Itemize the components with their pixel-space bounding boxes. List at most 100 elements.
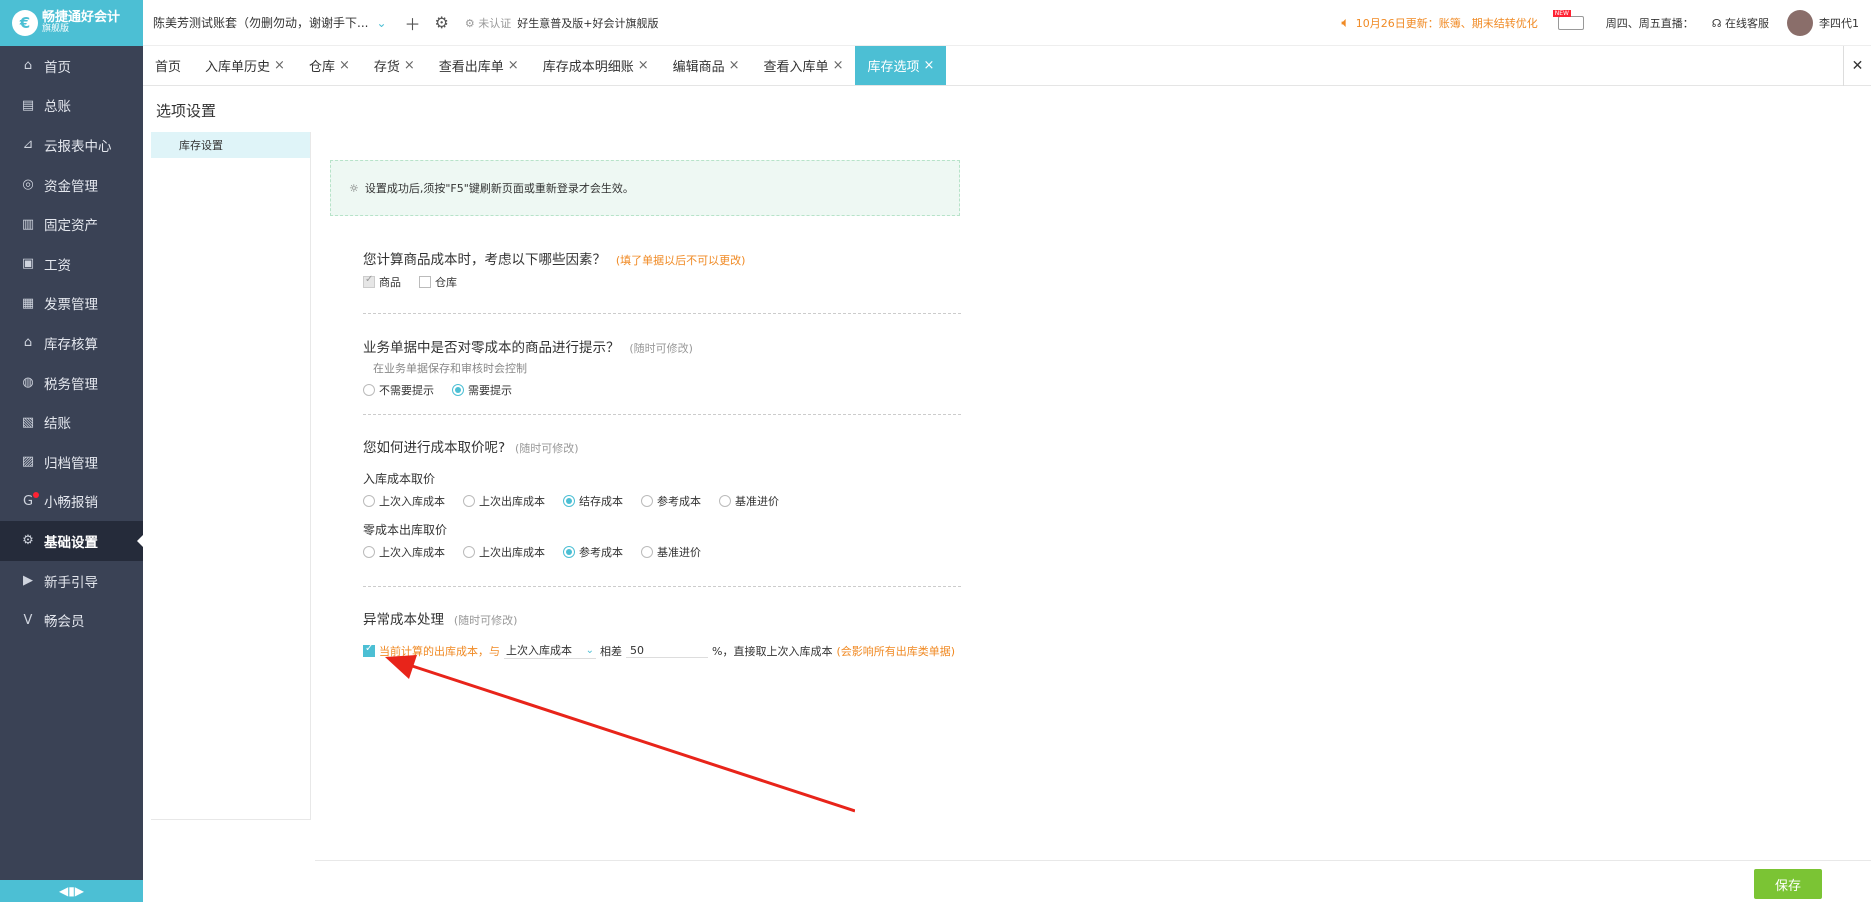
sidebar-item-14[interactable]: V 畅会员 xyxy=(0,600,143,640)
factor-product-checkbox[interactable]: 商品 xyxy=(363,274,401,290)
page-title: 选项设置 xyxy=(156,102,217,120)
sidebar-item-2[interactable]: ⊿ 云报表中心 xyxy=(0,125,143,165)
tab-4[interactable]: 查看出库单 × xyxy=(427,46,531,85)
zero-cost-subtext: 在业务单据保存和审核时会控制 xyxy=(373,362,527,375)
user-name[interactable]: 李四代1 xyxy=(1819,15,1859,31)
avatar[interactable] xyxy=(1787,10,1813,36)
inbound-cost-label: 入库成本取价 xyxy=(363,472,436,486)
tab-label: 入库单历史 xyxy=(205,60,271,75)
in-opts-radio-0[interactable]: 上次入库成本 xyxy=(363,493,445,509)
top-bar: 陈美芳测试账套（勿删勿动，谢谢手下... ⌄ ＋ ⚙ ⚙ 未认证 好生意普及版+… xyxy=(143,0,1871,46)
promo-text[interactable]: 好生意普及版+好会计旗舰版 xyxy=(517,15,658,31)
tab-label: 查看入库单 xyxy=(763,60,829,75)
sidebar-item-5[interactable]: ▣ 工资 xyxy=(0,244,143,284)
sidebar-item-11[interactable]: G 小畅报销 xyxy=(0,482,143,522)
account-selector[interactable]: 陈美芳测试账套（勿删勿动，谢谢手下... xyxy=(153,14,368,31)
sidebar-item-9[interactable]: ▧ 结账 xyxy=(0,402,143,442)
online-service[interactable]: ☊ 在线客服 xyxy=(1712,15,1769,31)
tab-6[interactable]: 编辑商品 × xyxy=(661,46,752,85)
tab-label: 编辑商品 xyxy=(672,60,725,75)
sidebar-item-label: 工资 xyxy=(44,257,71,274)
sidebar-item-10[interactable]: ▨ 归档管理 xyxy=(0,442,143,482)
close-tab-icon[interactable]: × xyxy=(729,58,740,73)
new-video-icon[interactable] xyxy=(1552,10,1584,30)
ledger-icon: ▤ xyxy=(21,97,35,113)
cost-factors-section: 您计算商品成本时，考虑以下哪些因素？ (填了单据以后不可以更改) 商品 仓库 xyxy=(363,248,961,290)
logo-icon: € xyxy=(12,10,38,36)
bottom-action-bar xyxy=(315,860,1871,902)
brand-sub: 旗舰版 xyxy=(42,24,70,35)
settings-nav-inventory[interactable]: 库存设置 xyxy=(151,132,310,158)
tab-7[interactable]: 查看入库单 × xyxy=(752,46,856,85)
tab-0[interactable]: 首页 xyxy=(143,46,193,85)
close-tab-icon[interactable]: × xyxy=(339,58,350,73)
close-tab-icon[interactable]: × xyxy=(508,58,519,73)
tab-label: 存货 xyxy=(373,60,400,75)
tab-5[interactable]: 库存成本明细账 × xyxy=(531,46,661,85)
cost-pricing-note: (随时可修改) xyxy=(515,442,579,455)
update-notice[interactable]: 10月26日更新：账簿、期末结转优化 xyxy=(1356,15,1538,31)
gear-icon: ⚙ xyxy=(22,533,34,549)
add-icon[interactable]: ＋ xyxy=(405,11,421,35)
sidebar-item-label: 基础设置 xyxy=(44,534,98,551)
zero-opts-radio-3[interactable]: 基准进价 xyxy=(641,544,701,560)
tip-banner: ☼ 设置成功后,须按"F5"键刷新页面或重新登录才会生效。 xyxy=(330,160,960,216)
sidebar-item-13[interactable]: ▶ 新手引导 xyxy=(0,561,143,601)
tab-3[interactable]: 存货 × xyxy=(362,46,427,85)
section-divider xyxy=(363,313,961,314)
zero-cost-outbound-label: 零成本出库取价 xyxy=(363,523,448,537)
sidebar-nav: ⌂ 首页 ▤ 总账 ⊿ 云报表中心 ◎ 资金管理 ▥ 固定资产 ▣ 工资 ▦ 发票管理 ⌂ 库存核算 ◍ 税务管理… xyxy=(0,46,143,640)
close-tab-icon[interactable]: × xyxy=(923,58,934,73)
arrow-shaft xyxy=(402,661,855,813)
zero-cost-prompt-section: 业务单据中是否对零成本的商品进行提示？ (随时可修改) 在业务单据保存和审核时会… xyxy=(363,336,961,398)
annotation-arrow xyxy=(385,655,855,813)
live-notice[interactable]: 周四、周五直播： xyxy=(1606,15,1694,31)
tab-2[interactable]: 仓库 × xyxy=(297,46,362,85)
close-all-tabs-icon[interactable]: ✕ xyxy=(1843,46,1871,86)
sidebar-item-label: 畅会员 xyxy=(44,614,85,631)
save-button[interactable]: 保存 xyxy=(1754,869,1822,899)
sidebar: € 畅捷通好会计 旗舰版 ⌂ 首页 ▤ 总账 ⊿ 云报表中心 ◎ 资金管理 ▥ 固定资产 ▣ 工资 ▦ 发… xyxy=(0,0,143,902)
sidebar-item-7[interactable]: ⌂ 库存核算 xyxy=(0,323,143,363)
collapse-sidebar-icon[interactable]: ◀▮▶ xyxy=(0,880,143,902)
building-icon: ▥ xyxy=(21,216,35,232)
sidebar-item-3[interactable]: ◎ 资金管理 xyxy=(0,165,143,205)
sidebar-item-label: 小畅报销 xyxy=(44,495,98,512)
close-tab-icon[interactable]: × xyxy=(404,58,415,73)
top-right-area: 🔈︎ 10月26日更新：账簿、期末结转优化 周四、周五直播： ☊ 在线客服 李四… xyxy=(1341,0,1859,46)
close-tab-icon[interactable]: × xyxy=(833,58,844,73)
in-opts-radio-1[interactable]: 上次出库成本 xyxy=(463,493,545,509)
certification-status[interactable]: ⚙ 未认证 xyxy=(465,15,511,31)
tab-label: 仓库 xyxy=(308,60,335,75)
settings-nav-panel: 库存设置 xyxy=(151,132,311,820)
abnormal-cost-checkbox[interactable] xyxy=(363,643,375,657)
close-tab-icon[interactable]: × xyxy=(638,58,649,73)
gear-icon[interactable]: ⚙ xyxy=(435,13,449,32)
in-opts-radio-2[interactable]: 结存成本 xyxy=(563,493,623,509)
sidebar-item-6[interactable]: ▦ 发票管理 xyxy=(0,284,143,324)
tab-8[interactable]: 库存选项 × xyxy=(855,46,947,85)
in-opts-radio-4[interactable]: 基准进价 xyxy=(719,493,779,509)
in-opts-radio-3[interactable]: 参考成本 xyxy=(641,493,701,509)
factor-warehouse-checkbox[interactable]: 仓库 xyxy=(419,274,457,290)
notification-dot xyxy=(33,491,39,498)
no-prompt-radio[interactable]: 不需要提示 xyxy=(363,382,434,398)
zero-opts-radio-0[interactable]: 上次入库成本 xyxy=(363,544,445,560)
tab-1[interactable]: 入库单历史 × xyxy=(193,46,297,85)
sidebar-item-8[interactable]: ◍ 税务管理 xyxy=(0,363,143,403)
chevron-down-icon[interactable]: ⌄ xyxy=(376,16,386,30)
money-bag-icon: ◎ xyxy=(22,177,34,193)
sidebar-item-0[interactable]: ⌂ 首页 xyxy=(0,46,143,86)
zero-cost-outbound-options: 上次入库成本 上次出库成本 参考成本 基准进价 xyxy=(363,544,961,560)
sidebar-item-1[interactable]: ▤ 总账 xyxy=(0,86,143,126)
sidebar-item-4[interactable]: ▥ 固定资产 xyxy=(0,204,143,244)
zero-opts-radio-2[interactable]: 参考成本 xyxy=(563,544,623,560)
zero-cost-question: 业务单据中是否对零成本的商品进行提示？ xyxy=(363,340,620,356)
close-tab-icon[interactable]: × xyxy=(274,58,285,73)
section-divider xyxy=(363,414,961,415)
brand-logo[interactable]: € 畅捷通好会计 旗舰版 xyxy=(0,0,143,46)
sidebar-item-label: 发票管理 xyxy=(44,297,98,314)
sidebar-item-12[interactable]: ⚙ 基础设置 xyxy=(0,521,143,561)
need-prompt-radio[interactable]: 需要提示 xyxy=(452,382,512,398)
zero-opts-radio-1[interactable]: 上次出库成本 xyxy=(463,544,545,560)
